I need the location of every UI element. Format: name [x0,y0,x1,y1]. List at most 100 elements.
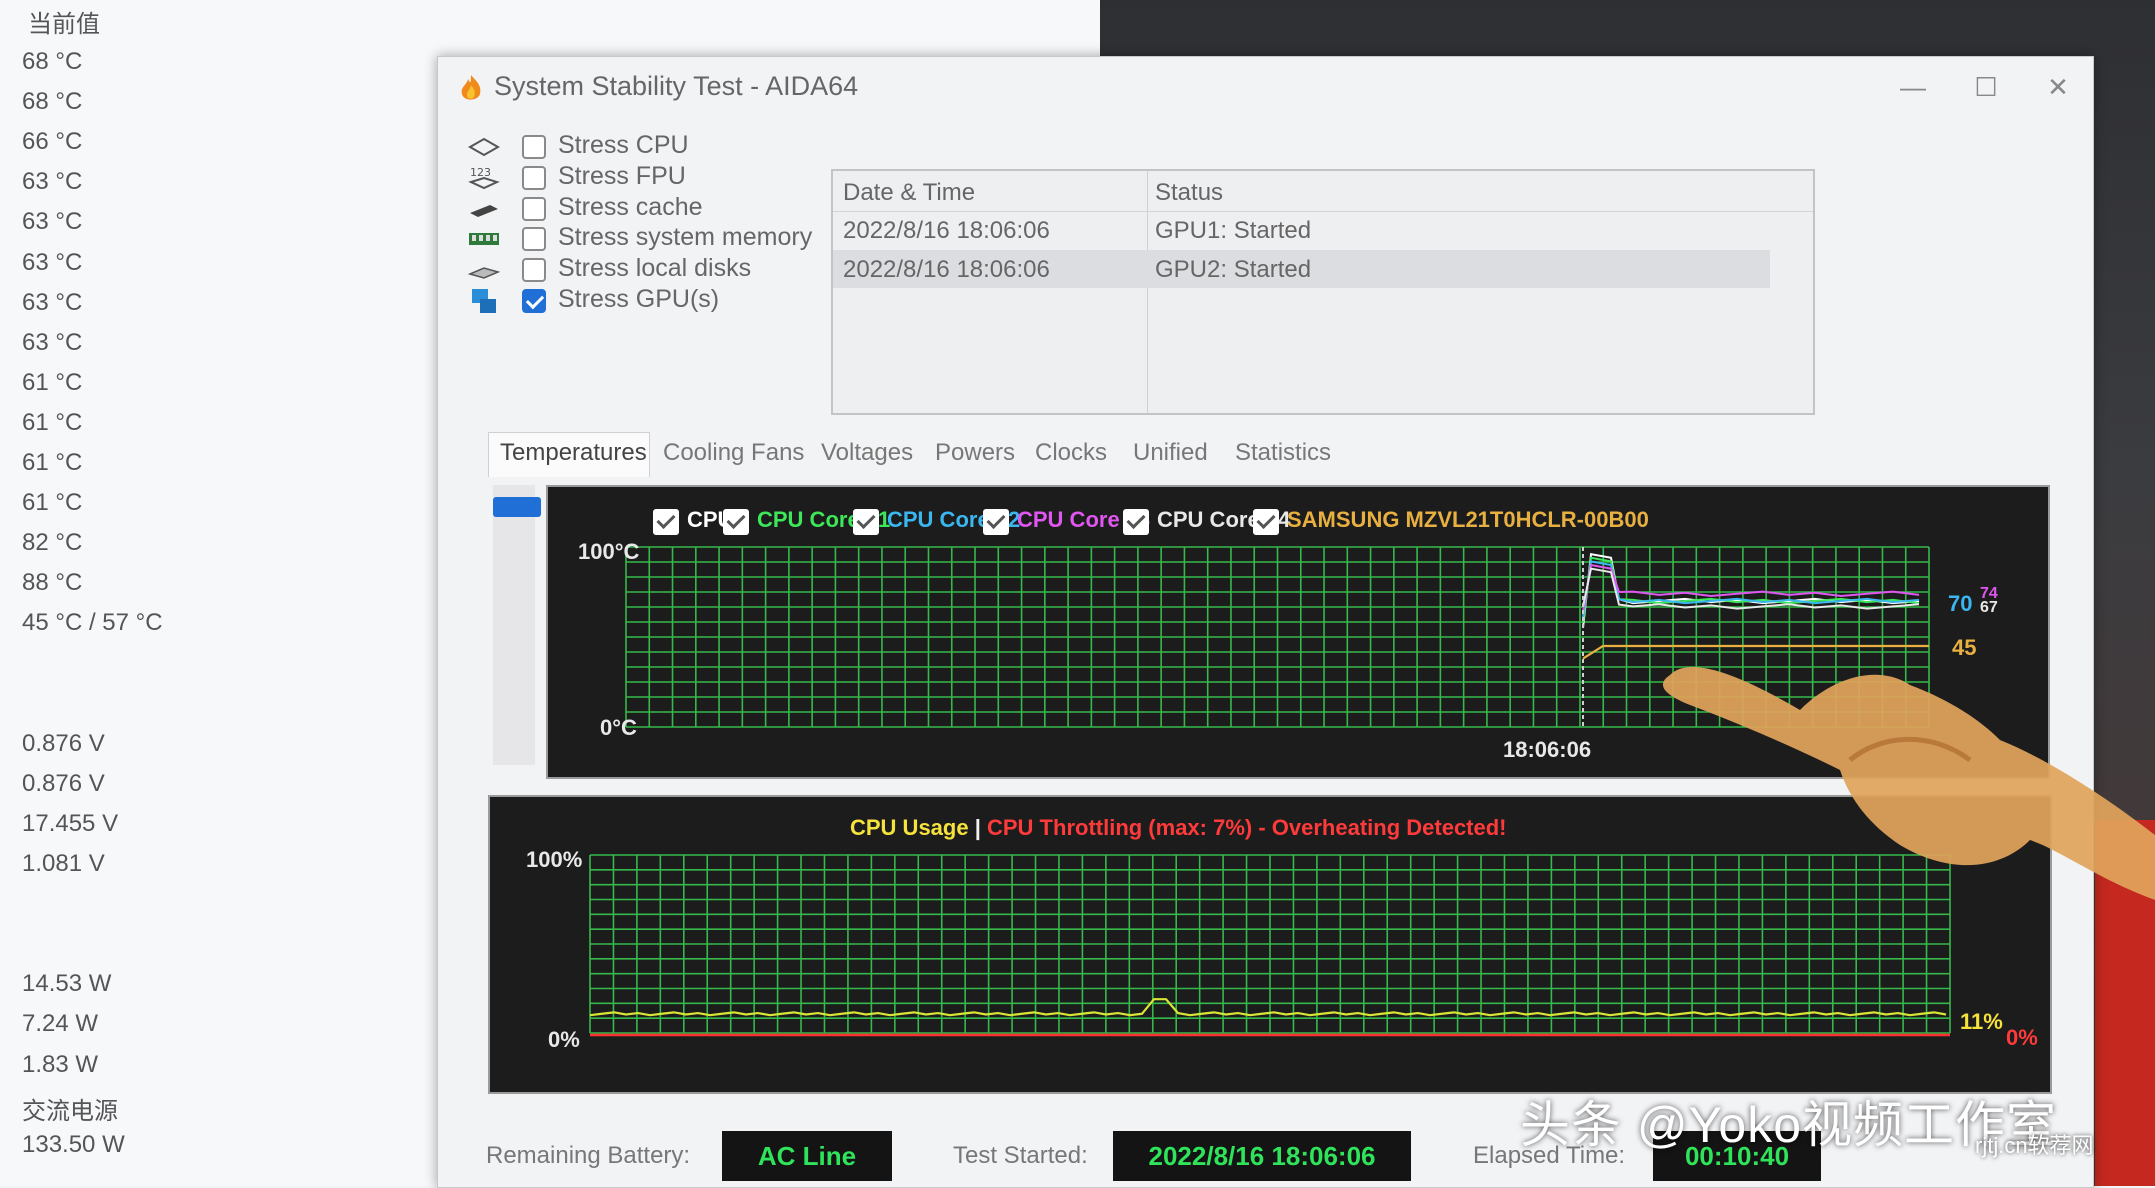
sensor-value: 61 °C [22,368,83,396]
title-separator: | [974,815,981,840]
test-started-value: 2022/8/16 18:06:06 [1113,1131,1411,1181]
sensor-value: 133.50 W [22,1130,125,1158]
stress-checkbox[interactable] [522,258,546,283]
table-row[interactable]: 2022/8/16 18:06:06 GPU1: Started [833,211,1770,249]
cpu-throttling-title: CPU Throttling (max: 7%) - Overheating D… [987,815,1507,840]
series-line-1 [1582,556,1920,623]
stress-option-label: Stress CPU [558,131,689,159]
cpu-chip-icon [468,137,500,157]
pointing-hand-icon [1662,667,2155,900]
header-date-time[interactable]: Date & Time [843,179,975,207]
temp-readout-main: 70 [1948,591,1973,616]
stress-checkbox[interactable] [522,289,546,313]
log-status-cell: GPU2: Started [1155,256,1312,283]
cpu-chart-title: CPU Usage | CPU Throttling (max: 7%) - O… [850,815,1507,841]
sensor-value: 1.081 V [22,850,105,877]
event-log-table[interactable]: Date & Time Status 2022/8/16 18:06:06 GP… [831,169,1815,415]
stress-option-stress-gpu-s[interactable]: Stress GPU(s) [468,283,828,319]
test-started-label: Test Started: [953,1142,1088,1169]
sensor-value: 61 °C [22,489,83,517]
stress-option-label: Stress system memory [558,223,813,252]
sensor-list-scrollbar[interactable] [493,485,535,765]
stress-option-label: Stress FPU [558,161,686,190]
legend-checkbox[interactable] [983,509,1009,535]
watermark-site: rjtj.cn软荐网 [1975,1133,2094,1158]
stress-option-label: Stress GPU(s) [558,285,720,313]
table-row[interactable]: 2022/8/16 18:06:06 GPU2: Started [833,250,1770,288]
log-date-cell: 2022/8/16 18:06:06 [843,217,1050,244]
sensor-value: 61 °C [22,408,83,436]
tab-cooling-fans[interactable]: Cooling Fans [663,439,804,467]
maximize-button[interactable]: ☐ [1956,67,2016,107]
tab-temperatures[interactable]: Temperatures [500,439,647,467]
temp-time-label: 18:06:06 [1503,737,1592,762]
log-date-cell: 2022/8/16 18:06:06 [843,256,1050,283]
sensor-value: 66 °C [22,128,83,156]
cpu-usage-readout: 11% [1960,1009,2003,1034]
title-bar[interactable]: System Stability Test - AIDA64 — ☐ ✕ [438,57,2093,117]
sensor-value: 17.455 V [22,809,119,837]
memory-module-icon [469,233,499,246]
sensor-value: 14.53 W [22,970,112,998]
temp-readout-hi2: 67 [1980,599,1998,616]
stress-checkbox[interactable] [522,227,546,252]
log-status-cell: GPU1: Started [1155,217,1312,244]
minimize-button[interactable]: — [1883,67,1943,107]
header-status[interactable]: Status [1155,179,1223,207]
sensor-value: 45 °C / 57 °C [22,609,163,637]
tab-unified[interactable]: Unified [1133,439,1208,467]
battery-value: AC Line [722,1131,892,1181]
cpu-usage-title: CPU Usage [850,815,969,840]
tab-clocks[interactable]: Clocks [1035,439,1107,467]
sensor-value: 63 °C [22,248,83,276]
legend-checkbox[interactable] [1253,509,1279,535]
cache-icon [470,204,498,217]
legend-checkbox[interactable] [653,509,679,535]
sensor-value: 63 °C [22,288,83,316]
stability-test-window[interactable]: System Stability Test - AIDA64 — ☐ ✕ Str… [437,56,2094,1188]
temp-axis-bottom-label: 0°C [600,715,637,740]
gpu-icon [472,289,496,313]
stress-option-label: Stress local disks [558,254,752,283]
svg-text:123: 123 [470,166,491,179]
sensor-value: 68 °C [22,88,83,116]
sensor-value: 61 °C [22,449,83,476]
sensor-value: 68 °C [22,48,83,75]
sensor-value: 0.876 V [22,729,105,757]
window-title: System Stability Test - AIDA64 [494,71,859,101]
sensor-value: 63 °C [22,168,83,196]
series-line-3 [1582,563,1920,612]
sensor-value: 63 °C [22,328,83,356]
aida64-flame-icon [461,75,481,100]
sensor-value: 82 °C [22,529,83,557]
legend-checkbox[interactable] [723,509,749,535]
stress-checkbox[interactable] [522,135,546,159]
legend-checkbox[interactable] [853,509,879,535]
sensor-value: 交流电源 [22,1097,118,1125]
tab-voltages[interactable]: Voltages [821,439,913,467]
stress-option-label: Stress cache [558,192,703,221]
legend-label: SAMSUNG MZVL21T0HCLR-00B00 [1287,507,1649,532]
sensor-value: 88 °C [22,569,83,597]
cpu-throttle-readout: 0% [2006,1025,2038,1050]
stress-checkbox[interactable] [522,165,546,190]
tab-powers[interactable]: Powers [935,439,1015,467]
close-button[interactable]: ✕ [2028,67,2088,107]
disk-icon [468,267,500,279]
sensor-value: 1.83 W [22,1050,99,1078]
sensor-column-header: 当前值 [28,11,100,38]
tab-statistics[interactable]: Statistics [1235,439,1331,467]
scrollbar-thumb[interactable] [493,497,541,517]
sensor-value: 0.876 V [22,769,105,797]
stress-checkbox[interactable] [522,196,546,221]
cpu-axis-top-label: 100% [526,847,583,872]
sensor-value: 7.24 W [22,1010,99,1038]
fpu-123-icon: 123 [468,166,500,189]
cpu-axis-bottom-label: 0% [548,1027,580,1052]
log-header: Date & Time Status [833,171,1813,212]
sensor-value: 63 °C [22,208,83,236]
legend-checkbox[interactable] [1123,509,1149,535]
battery-label: Remaining Battery: [486,1142,691,1169]
temp-axis-top-label: 100°C [578,539,640,564]
cpu-usage-line [589,998,1947,1017]
